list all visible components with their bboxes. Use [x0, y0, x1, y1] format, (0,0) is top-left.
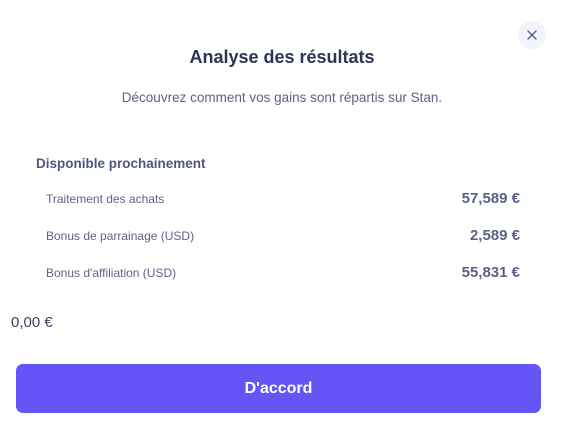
confirm-button-label: D'accord	[244, 379, 313, 397]
row-value: 55,831 €	[461, 264, 520, 281]
earnings-row-referral-bonus: Bonus de parrainage (USD) 2,589 €	[46, 227, 520, 244]
close-icon	[527, 30, 537, 40]
row-label: Traitement des achats	[46, 191, 165, 206]
earnings-row-purchases: Traitement des achats 57,589 €	[46, 190, 520, 207]
earnings-analysis-dialog: Analyse des résultats Découvrez comment …	[0, 0, 564, 440]
confirm-button[interactable]: D'accord	[16, 364, 541, 413]
dialog-title: Analyse des résultats	[189, 47, 375, 67]
close-button[interactable]	[518, 21, 546, 49]
total-amount: 0,00 €	[11, 314, 53, 331]
row-label: Bonus d'affiliation (USD)	[46, 265, 177, 280]
row-label: Bonus de parrainage (USD)	[46, 228, 195, 243]
earnings-row-affiliate-bonus: Bonus d'affiliation (USD) 55,831 €	[46, 264, 520, 281]
row-value: 2,589 €	[469, 227, 520, 244]
section-title: Disponible prochainement	[36, 156, 206, 171]
row-value: 57,589 €	[461, 190, 520, 207]
dialog-subtitle: Découvrez comment vos gains sont réparti…	[121, 90, 443, 105]
